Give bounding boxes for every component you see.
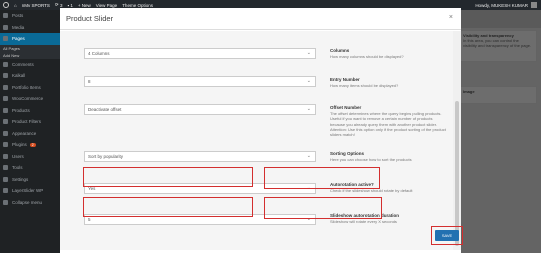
collapse-icon xyxy=(3,199,8,205)
modal-scrollbar[interactable] xyxy=(453,31,461,250)
settings-icon xyxy=(3,176,8,182)
save-button[interactable]: SAVE xyxy=(435,230,459,241)
entry-number-label: Entry Number How many items should be di… xyxy=(330,77,448,88)
chevron-down-icon: ⌄ xyxy=(306,50,311,56)
highlight-duration-select xyxy=(83,197,253,217)
theme-options-link[interactable]: Theme Options xyxy=(122,3,153,8)
sidebar-item-pages[interactable]: Pages xyxy=(0,33,60,45)
sorting-label: Sorting Options Here you can choose how … xyxy=(330,151,448,162)
home-icon[interactable]: ⌂ xyxy=(14,3,17,8)
sidebar-item-posts[interactable]: Posts xyxy=(0,10,60,22)
modal-header: Product Slider × xyxy=(60,8,461,30)
scrollbar-thumb[interactable] xyxy=(455,101,459,246)
offset-desc: The offset determines where the query be… xyxy=(330,111,446,138)
chevron-down-icon: ⌄ xyxy=(306,153,311,159)
avatar[interactable] xyxy=(531,2,537,8)
columns-desc: How many columns should be displayed? xyxy=(330,54,404,59)
highlight-autorotation-label xyxy=(264,167,380,189)
layerslider-icon xyxy=(3,188,8,194)
chevron-down-icon: ⌄ xyxy=(306,106,311,112)
plugins-update-badge: 2 xyxy=(29,142,36,147)
pages-icon xyxy=(3,36,8,42)
admin-sidebar: Posts Media Pages All Pages Add New Comm… xyxy=(0,10,60,253)
sidebar-collapse-menu[interactable]: Collapse menu xyxy=(0,197,60,209)
sorting-desc: Here you can choose how to sort the prod… xyxy=(330,157,412,162)
columns-select[interactable]: 4 Columns ⌄ xyxy=(84,48,316,59)
posts-icon xyxy=(3,13,8,19)
sidebar-subitem-all-pages[interactable]: All Pages xyxy=(0,44,60,52)
sorting-title: Sorting Options xyxy=(330,151,364,156)
sidebar-item-products[interactable]: Products xyxy=(0,105,60,117)
plugins-icon xyxy=(3,142,8,148)
wordpress-logo-icon[interactable] xyxy=(3,2,9,8)
appearance-icon xyxy=(3,130,8,136)
comments-item[interactable]: ▪ 1 xyxy=(67,3,72,8)
sidebar-item-woocommerce[interactable]: WooCommerce xyxy=(0,93,60,105)
entry-number-title: Entry Number xyxy=(330,77,360,82)
close-icon[interactable]: × xyxy=(449,14,453,21)
sidebar-item-tools[interactable]: Tools xyxy=(0,162,60,174)
chevron-down-icon: ⌄ xyxy=(306,78,311,84)
autorotation-duration-desc: Slideshow will rotate every X seconds xyxy=(330,219,397,224)
kalkall-icon xyxy=(3,73,8,79)
sidebar-item-appearance[interactable]: Appearance xyxy=(0,128,60,140)
entry-number-select[interactable]: 8 ⌄ xyxy=(84,76,316,87)
filter-icon xyxy=(3,119,8,125)
sidebar-item-media[interactable]: Media xyxy=(0,22,60,34)
offset-label: Offset Number The offset determines wher… xyxy=(330,105,448,137)
new-content-link[interactable]: + New xyxy=(78,3,91,8)
comments-icon xyxy=(3,61,8,67)
modal-title: Product Slider xyxy=(66,14,114,23)
highlight-autorotation-select xyxy=(83,167,253,187)
sidebar-item-portfolio[interactable]: Portfolio Items xyxy=(0,82,60,94)
sidebar-subitem-add-new[interactable]: Add New xyxy=(0,51,60,59)
offset-select[interactable]: Deactivate offset ⌄ xyxy=(84,104,316,115)
sidebar-item-plugins[interactable]: Plugins 2 xyxy=(0,139,60,151)
highlight-duration-label xyxy=(264,197,382,219)
comment-icon: ▪ xyxy=(67,2,70,8)
modal-content: 4 Columns ⌄ Columns How many columns shou… xyxy=(60,31,453,250)
entry-number-desc: How many items should be displayed? xyxy=(330,83,399,88)
sidebar-item-settings[interactable]: Settings xyxy=(0,174,60,186)
site-name-link[interactable]: nMv SPORTS xyxy=(22,3,50,8)
updates-icon: ⟳ xyxy=(54,2,59,7)
user-greeting[interactable]: Howdy, MUKESH KUMAR xyxy=(475,3,528,8)
woocommerce-icon xyxy=(3,96,8,102)
sidebar-item-users[interactable]: Users xyxy=(0,151,60,163)
updates-count: 3 xyxy=(59,2,63,8)
users-icon xyxy=(3,153,8,159)
comments-count: 1 xyxy=(70,2,73,8)
columns-title: Columns xyxy=(330,48,350,53)
products-icon xyxy=(3,107,8,113)
offset-title: Offset Number xyxy=(330,105,362,110)
view-page-link[interactable]: View Page xyxy=(96,3,117,8)
sorting-select[interactable]: Sort by popularity ⌄ xyxy=(84,151,316,162)
media-icon xyxy=(3,24,8,30)
columns-label: Columns How many columns should be displ… xyxy=(330,48,448,59)
sidebar-item-layerslider[interactable]: LayerSlider WP xyxy=(0,185,60,197)
sidebar-item-kalkall[interactable]: Kalkall xyxy=(0,70,60,82)
tools-icon xyxy=(3,165,8,171)
portfolio-icon xyxy=(3,84,8,90)
sidebar-item-product-filters[interactable]: Product Filters xyxy=(0,116,60,128)
sidebar-item-comments[interactable]: Comments xyxy=(0,59,60,71)
